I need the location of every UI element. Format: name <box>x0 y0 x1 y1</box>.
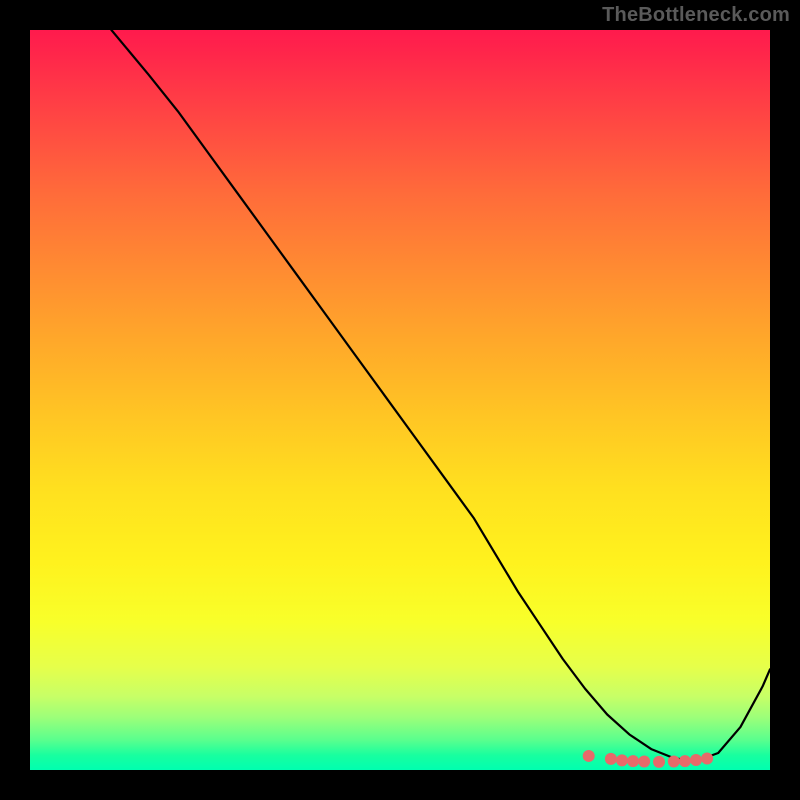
plot-area <box>30 30 770 770</box>
minimum-marker <box>653 756 665 768</box>
minimum-marker <box>583 750 595 762</box>
minimum-marker <box>668 755 680 767</box>
minimum-marker <box>616 754 628 766</box>
minimum-marker <box>679 755 691 767</box>
minimum-marker <box>690 754 702 766</box>
minimum-marker <box>701 753 713 765</box>
minimum-marker <box>638 755 650 767</box>
chart-frame: TheBottleneck.com <box>0 0 800 800</box>
minimum-marker <box>627 755 639 767</box>
minimum-markers <box>30 30 770 770</box>
watermark-text: TheBottleneck.com <box>602 4 790 27</box>
minimum-marker <box>605 753 617 765</box>
